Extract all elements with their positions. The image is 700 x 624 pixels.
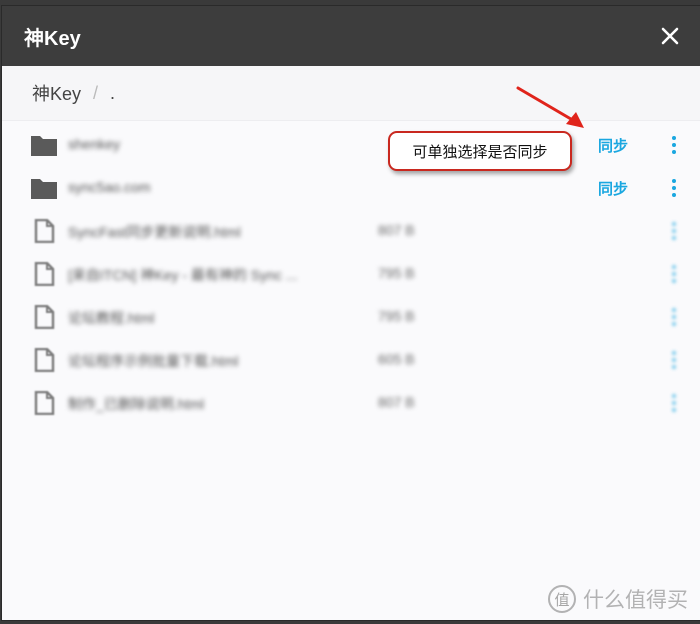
file-icon [34, 391, 55, 415]
file-size: 807 B [378, 394, 415, 410]
more-vert-icon[interactable] [668, 393, 680, 413]
watermark-logo-icon: 值 [548, 585, 576, 613]
file-icon [34, 305, 55, 329]
breadcrumb-separator: / [93, 82, 99, 103]
annotation-callout: 可单独选择是否同步 [388, 131, 572, 171]
breadcrumb-current: . [110, 82, 116, 103]
file-size: 795 B [378, 308, 415, 324]
close-button[interactable] [654, 20, 686, 52]
file-row[interactable]: 制作_已删除说明.html 807 B [2, 381, 700, 424]
breadcrumb: 神Key / . [2, 66, 700, 121]
more-vert-icon[interactable] [668, 350, 680, 370]
sync-button[interactable]: 同步 [598, 178, 628, 199]
more-vert-icon[interactable] [668, 135, 680, 155]
dialog-header: 神Key [2, 6, 700, 66]
file-size: 605 B [378, 351, 415, 367]
sync-dialog: 神Key 神Key / . shenkey 同步 sync5ao.com 同步 … [2, 6, 700, 620]
folder-icon [31, 179, 57, 199]
file-name: [来自ITCN] 神Key - 最有神的 Sync ... [68, 267, 298, 283]
file-name: 论坛程序示例批量下载.html [68, 353, 239, 369]
sync-button[interactable]: 同步 [598, 135, 628, 156]
file-row[interactable]: 论坛教程.html 795 B [2, 295, 700, 338]
folder-name: shenkey [68, 136, 121, 152]
callout-text: 可单独选择是否同步 [412, 143, 548, 161]
file-icon [34, 348, 55, 372]
file-row[interactable]: SyncFast同步更新说明.html 807 B [2, 209, 700, 252]
file-row[interactable]: 论坛程序示例批量下载.html 605 B [2, 338, 700, 381]
file-name: 论坛教程.html [68, 310, 155, 326]
folder-name: sync5ao.com [68, 179, 151, 195]
more-vert-icon[interactable] [668, 307, 680, 327]
close-icon [661, 27, 679, 45]
file-icon [34, 262, 55, 286]
more-vert-icon[interactable] [668, 264, 680, 284]
watermark: 值 什么值得买 [547, 584, 688, 614]
file-name: SyncFast同步更新说明.html [68, 224, 241, 240]
file-row[interactable]: [来自ITCN] 神Key - 最有神的 Sync ... 795 B [2, 252, 700, 295]
file-name: 制作_已删除说明.html [68, 396, 205, 412]
file-size: 795 B [378, 265, 415, 281]
folder-icon [31, 136, 57, 156]
file-icon [34, 219, 55, 243]
annotation-arrow-icon [516, 86, 584, 128]
more-vert-icon[interactable] [668, 178, 680, 198]
dialog-title: 神Key [24, 27, 81, 50]
folder-row[interactable]: sync5ao.com 同步 [2, 166, 700, 209]
breadcrumb-root[interactable]: 神Key [32, 80, 81, 106]
svg-text:值: 值 [554, 591, 569, 609]
file-list: shenkey 同步 sync5ao.com 同步 SyncFast同步更新说明… [2, 121, 700, 424]
folder-row[interactable]: shenkey 同步 [2, 123, 700, 166]
watermark-text: 什么值得买 [583, 589, 688, 612]
file-size: 807 B [378, 222, 415, 238]
more-vert-icon[interactable] [668, 221, 680, 241]
